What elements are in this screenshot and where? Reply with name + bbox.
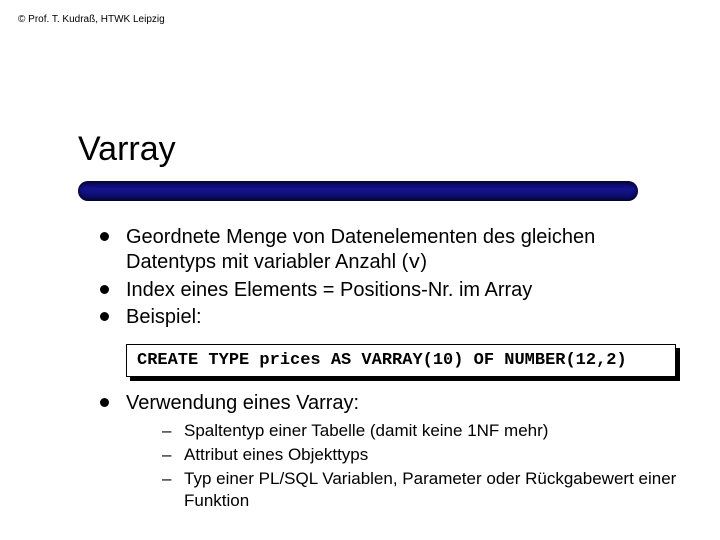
dash-list: Spaltentyp einer Tabelle (damit keine 1N… — [162, 420, 690, 512]
dash-text: Attribut eines Objekttyps — [184, 445, 368, 464]
bullet-item: Geordnete Menge von Datenelementen des g… — [96, 225, 690, 276]
code-box: CREATE TYPE prices AS VARRAY(10) OF NUMB… — [126, 344, 676, 377]
bullet-text: Index eines Elements = Positions-Nr. im … — [126, 279, 532, 301]
bullet-text: Beispiel: — [126, 306, 202, 328]
dash-text: Typ einer PL/SQL Variablen, Parameter od… — [184, 469, 676, 510]
dash-text: Spaltentyp einer Tabelle (damit keine 1N… — [184, 421, 548, 440]
slide-title: Varray — [78, 130, 680, 169]
copyright-text: © Prof. T. Kudraß, HTWK Leipzig — [18, 14, 165, 25]
mono-v: v — [408, 252, 420, 275]
bullet-list-2: Verwendung eines Varray: Spaltentyp eine… — [96, 391, 690, 512]
dash-item: Typ einer PL/SQL Variablen, Parameter od… — [162, 468, 690, 512]
title-underline — [78, 181, 638, 201]
bullet-item: Beispiel: — [96, 305, 690, 330]
bullet-text: Verwendung eines Varray: — [126, 392, 359, 414]
title-block: Varray — [78, 130, 680, 201]
slide-content: Geordnete Menge von Datenelementen des g… — [96, 225, 690, 514]
bullet-item: Index eines Elements = Positions-Nr. im … — [96, 278, 690, 303]
bullet-item: Verwendung eines Varray: Spaltentyp eine… — [96, 391, 690, 512]
bullet-text: ) — [420, 251, 427, 273]
dash-item: Attribut eines Objekttyps — [162, 444, 690, 466]
dash-item: Spaltentyp einer Tabelle (damit keine 1N… — [162, 420, 690, 442]
bullet-list: Geordnete Menge von Datenelementen des g… — [96, 225, 690, 330]
bullet-text: Geordnete Menge von Datenelementen des g… — [126, 226, 595, 273]
